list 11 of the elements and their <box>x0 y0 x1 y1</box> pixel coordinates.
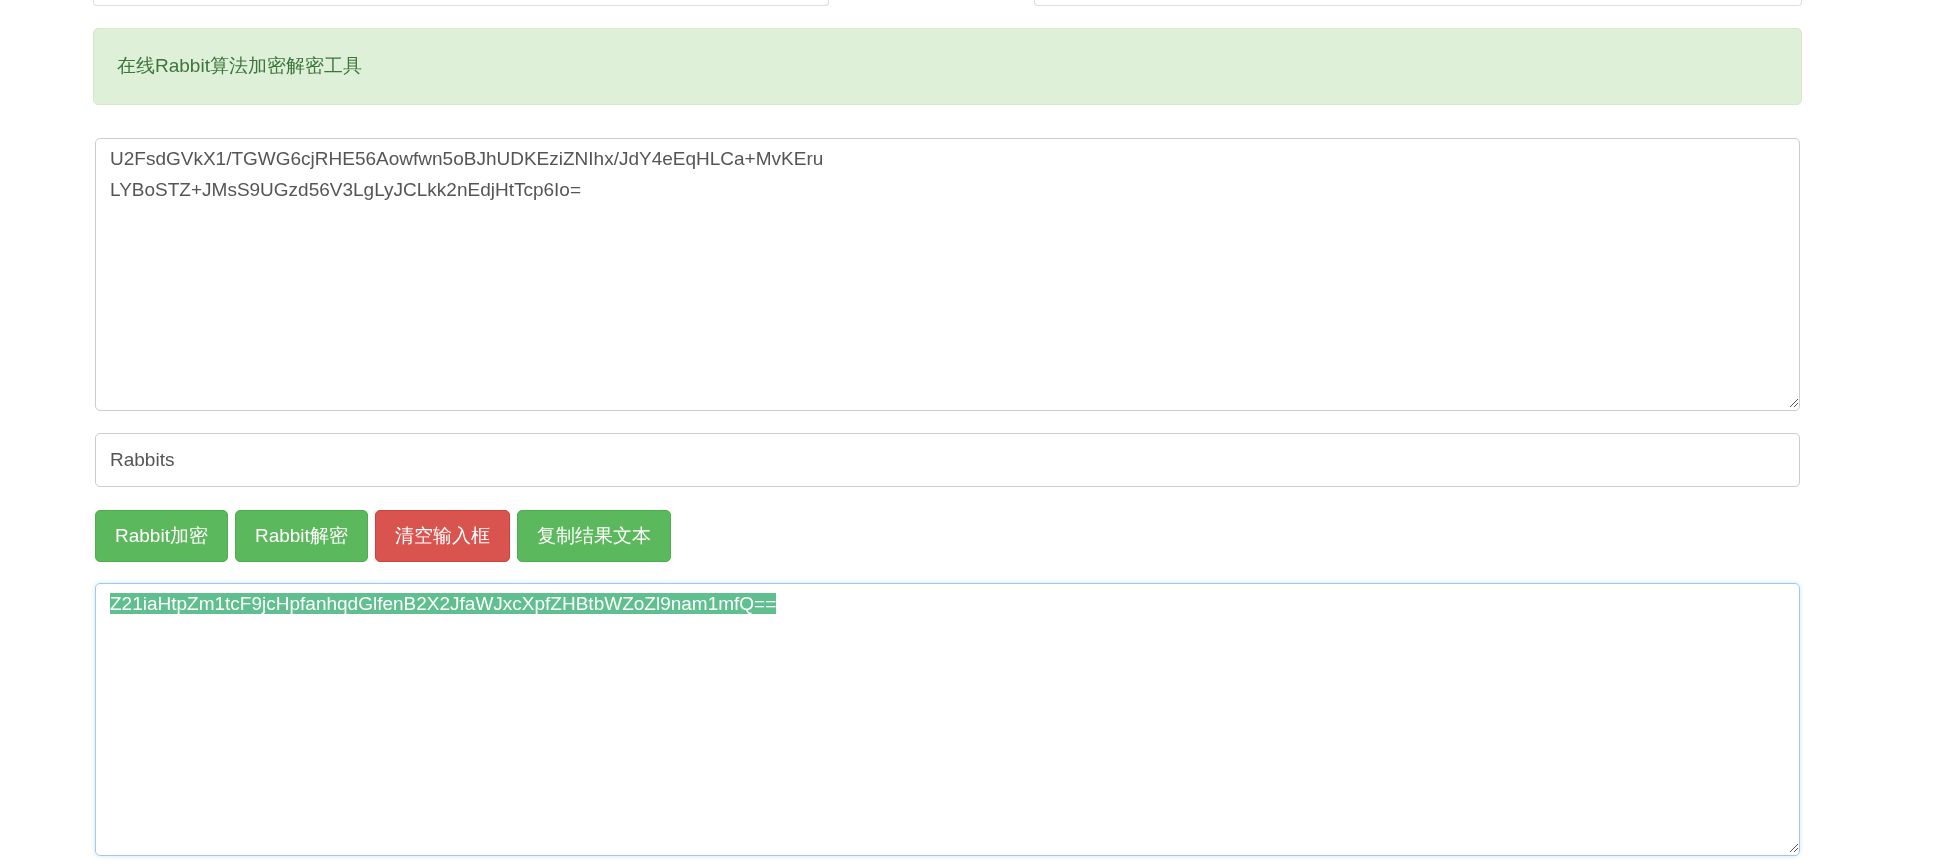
action-button[interactable]: Rabbit加密 <box>95 510 228 562</box>
action-button[interactable]: 复制结果文本 <box>516 510 671 562</box>
output-textarea[interactable]: Z21iaHtpZm1tcF9jcHpfanhqdGlfenB2X2JfaWJxcXpfZHBtbWZoZl9nam1mfQ== <box>95 583 1800 856</box>
action-button[interactable]: Rabbit解密 <box>234 510 368 562</box>
alert-text: 在线Rabbit算法加密解密工具 <box>117 54 362 79</box>
resize-handle-icon[interactable] <box>1789 398 1799 408</box>
action-button[interactable]: 清空输入框 <box>374 510 510 562</box>
resize-handle-icon[interactable] <box>1789 843 1799 853</box>
input-textarea[interactable]: U2FsdGVkX1/TGWG6cjRHE56Aowfwn5oBJhUDKEziZNIhx/JdY4eEqHLCa+MvKEru LYBoSTZ+JMsS9UGzd56V3LgLyJCLkk2nEdjHtTcp6Io= <box>95 138 1800 411</box>
output-text: Z21iaHtpZm1tcF9jcHpfanhqdGlfenB2X2JfaWJxcXpfZHBtbWZoZl9nam1mfQ== <box>110 593 777 614</box>
key-field[interactable]: Rabbits <box>95 433 1800 487</box>
